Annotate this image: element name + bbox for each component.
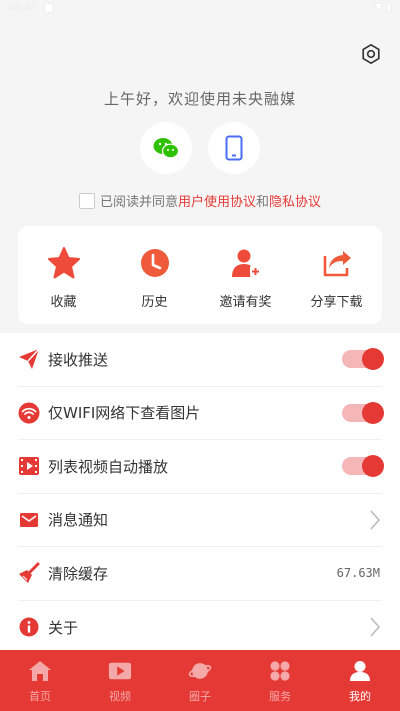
tab-video[interactable]: 视频 xyxy=(80,650,160,711)
toggle-knob xyxy=(362,401,384,424)
settings-button[interactable] xyxy=(359,42,383,66)
battery-icon: ▮ xyxy=(386,2,392,13)
quick-item-label: 历史 xyxy=(141,295,168,310)
user-agreement-link[interactable]: 用户使用协议 xyxy=(178,191,256,210)
gear-icon xyxy=(362,44,380,64)
quick-actions-card: 收藏 历史 邀请有奖 分享下载 xyxy=(18,226,382,324)
wechat-icon xyxy=(153,138,180,159)
tab-mine[interactable]: 我的 xyxy=(320,650,400,711)
star-icon xyxy=(47,247,80,279)
wifi-images-toggle[interactable] xyxy=(342,401,384,424)
setting-autoplay[interactable]: 列表视频自动播放 xyxy=(18,440,384,494)
person-icon xyxy=(350,661,370,681)
status-icons: ▼ ▮ xyxy=(375,2,392,13)
setting-push[interactable]: 接收推送 xyxy=(18,333,384,387)
home-icon xyxy=(29,661,51,681)
setting-clear-cache[interactable]: 清除缓存 67.63M xyxy=(18,547,382,601)
planet-icon xyxy=(188,663,212,679)
share-icon xyxy=(323,251,351,277)
setting-notifications[interactable]: 消息通知 xyxy=(18,494,382,547)
tab-label: 视频 xyxy=(109,690,131,703)
mail-icon xyxy=(20,512,38,527)
toggle-knob xyxy=(362,455,384,478)
info-icon xyxy=(19,617,39,637)
agreement-checkbox[interactable] xyxy=(78,192,95,209)
agreement-row: 已阅读并同意 用户使用协议 和 隐私协议 xyxy=(0,191,400,210)
wechat-login-button[interactable] xyxy=(140,122,192,174)
tab-label: 圈子 xyxy=(189,690,211,703)
quick-item-label: 收藏 xyxy=(50,295,77,310)
quick-item-share[interactable]: 分享下载 xyxy=(291,226,382,324)
cache-size-value: 67.63M xyxy=(336,566,380,581)
autoplay-toggle[interactable] xyxy=(342,455,384,478)
quick-item-label: 邀请有奖 xyxy=(219,295,272,310)
wifi-status-icon: ▼ xyxy=(374,2,383,13)
tab-label: 我的 xyxy=(349,690,371,703)
quick-item-invite[interactable]: 邀请有奖 xyxy=(200,226,291,324)
invite-icon xyxy=(231,249,261,277)
grid-icon xyxy=(270,661,290,681)
greeting-text: 上午好，欢迎使用未央融媒 xyxy=(103,90,296,108)
quick-item-favorites[interactable]: 收藏 xyxy=(18,226,109,324)
setting-wifi-images[interactable]: 仅WIFI网络下查看图片 xyxy=(18,387,384,440)
setting-label: 接收推送 xyxy=(48,350,109,369)
status-time: 10:47 xyxy=(8,2,37,13)
broom-icon xyxy=(19,562,40,584)
settings-list: 接收推送 仅WIFI网络下查看图片 列表视频自动播放 消息通知 清除缓存 67.… xyxy=(0,333,400,654)
tab-service[interactable]: 服务 xyxy=(240,650,320,711)
phone-login-button[interactable] xyxy=(208,122,260,174)
agreement-and: 和 xyxy=(256,195,270,210)
play-icon xyxy=(108,662,132,680)
status-bar: 10:47 ▼ ▮ xyxy=(0,0,400,18)
privacy-policy-link[interactable]: 隐私协议 xyxy=(269,191,321,210)
video-icon xyxy=(19,457,39,476)
bottom-tab-bar: 首页 视频 圈子 服务 我的 xyxy=(0,650,400,711)
tab-label: 服务 xyxy=(269,690,291,703)
chevron-right-icon xyxy=(370,617,381,637)
agreement-prefix: 已阅读并同意 xyxy=(99,195,178,210)
setting-label: 仅WIFI网络下查看图片 xyxy=(48,404,201,423)
push-toggle[interactable] xyxy=(342,348,384,371)
setting-label: 关于 xyxy=(48,618,79,637)
phone-icon xyxy=(225,135,243,161)
quick-item-label: 分享下载 xyxy=(310,295,363,310)
tab-circle[interactable]: 圈子 xyxy=(160,650,240,711)
setting-label: 列表视频自动播放 xyxy=(48,457,169,476)
clock-icon xyxy=(140,249,169,277)
tab-label: 首页 xyxy=(29,690,51,703)
setting-label: 清除缓存 xyxy=(48,564,109,583)
notification-icon xyxy=(45,4,53,12)
setting-about[interactable]: 关于 xyxy=(18,601,382,655)
toggle-knob xyxy=(362,348,384,371)
wifi-icon xyxy=(18,402,40,424)
setting-label: 消息通知 xyxy=(48,511,109,530)
send-icon xyxy=(19,348,40,370)
chevron-right-icon xyxy=(370,510,381,530)
quick-item-history[interactable]: 历史 xyxy=(109,226,200,324)
tab-home[interactable]: 首页 xyxy=(0,650,80,711)
